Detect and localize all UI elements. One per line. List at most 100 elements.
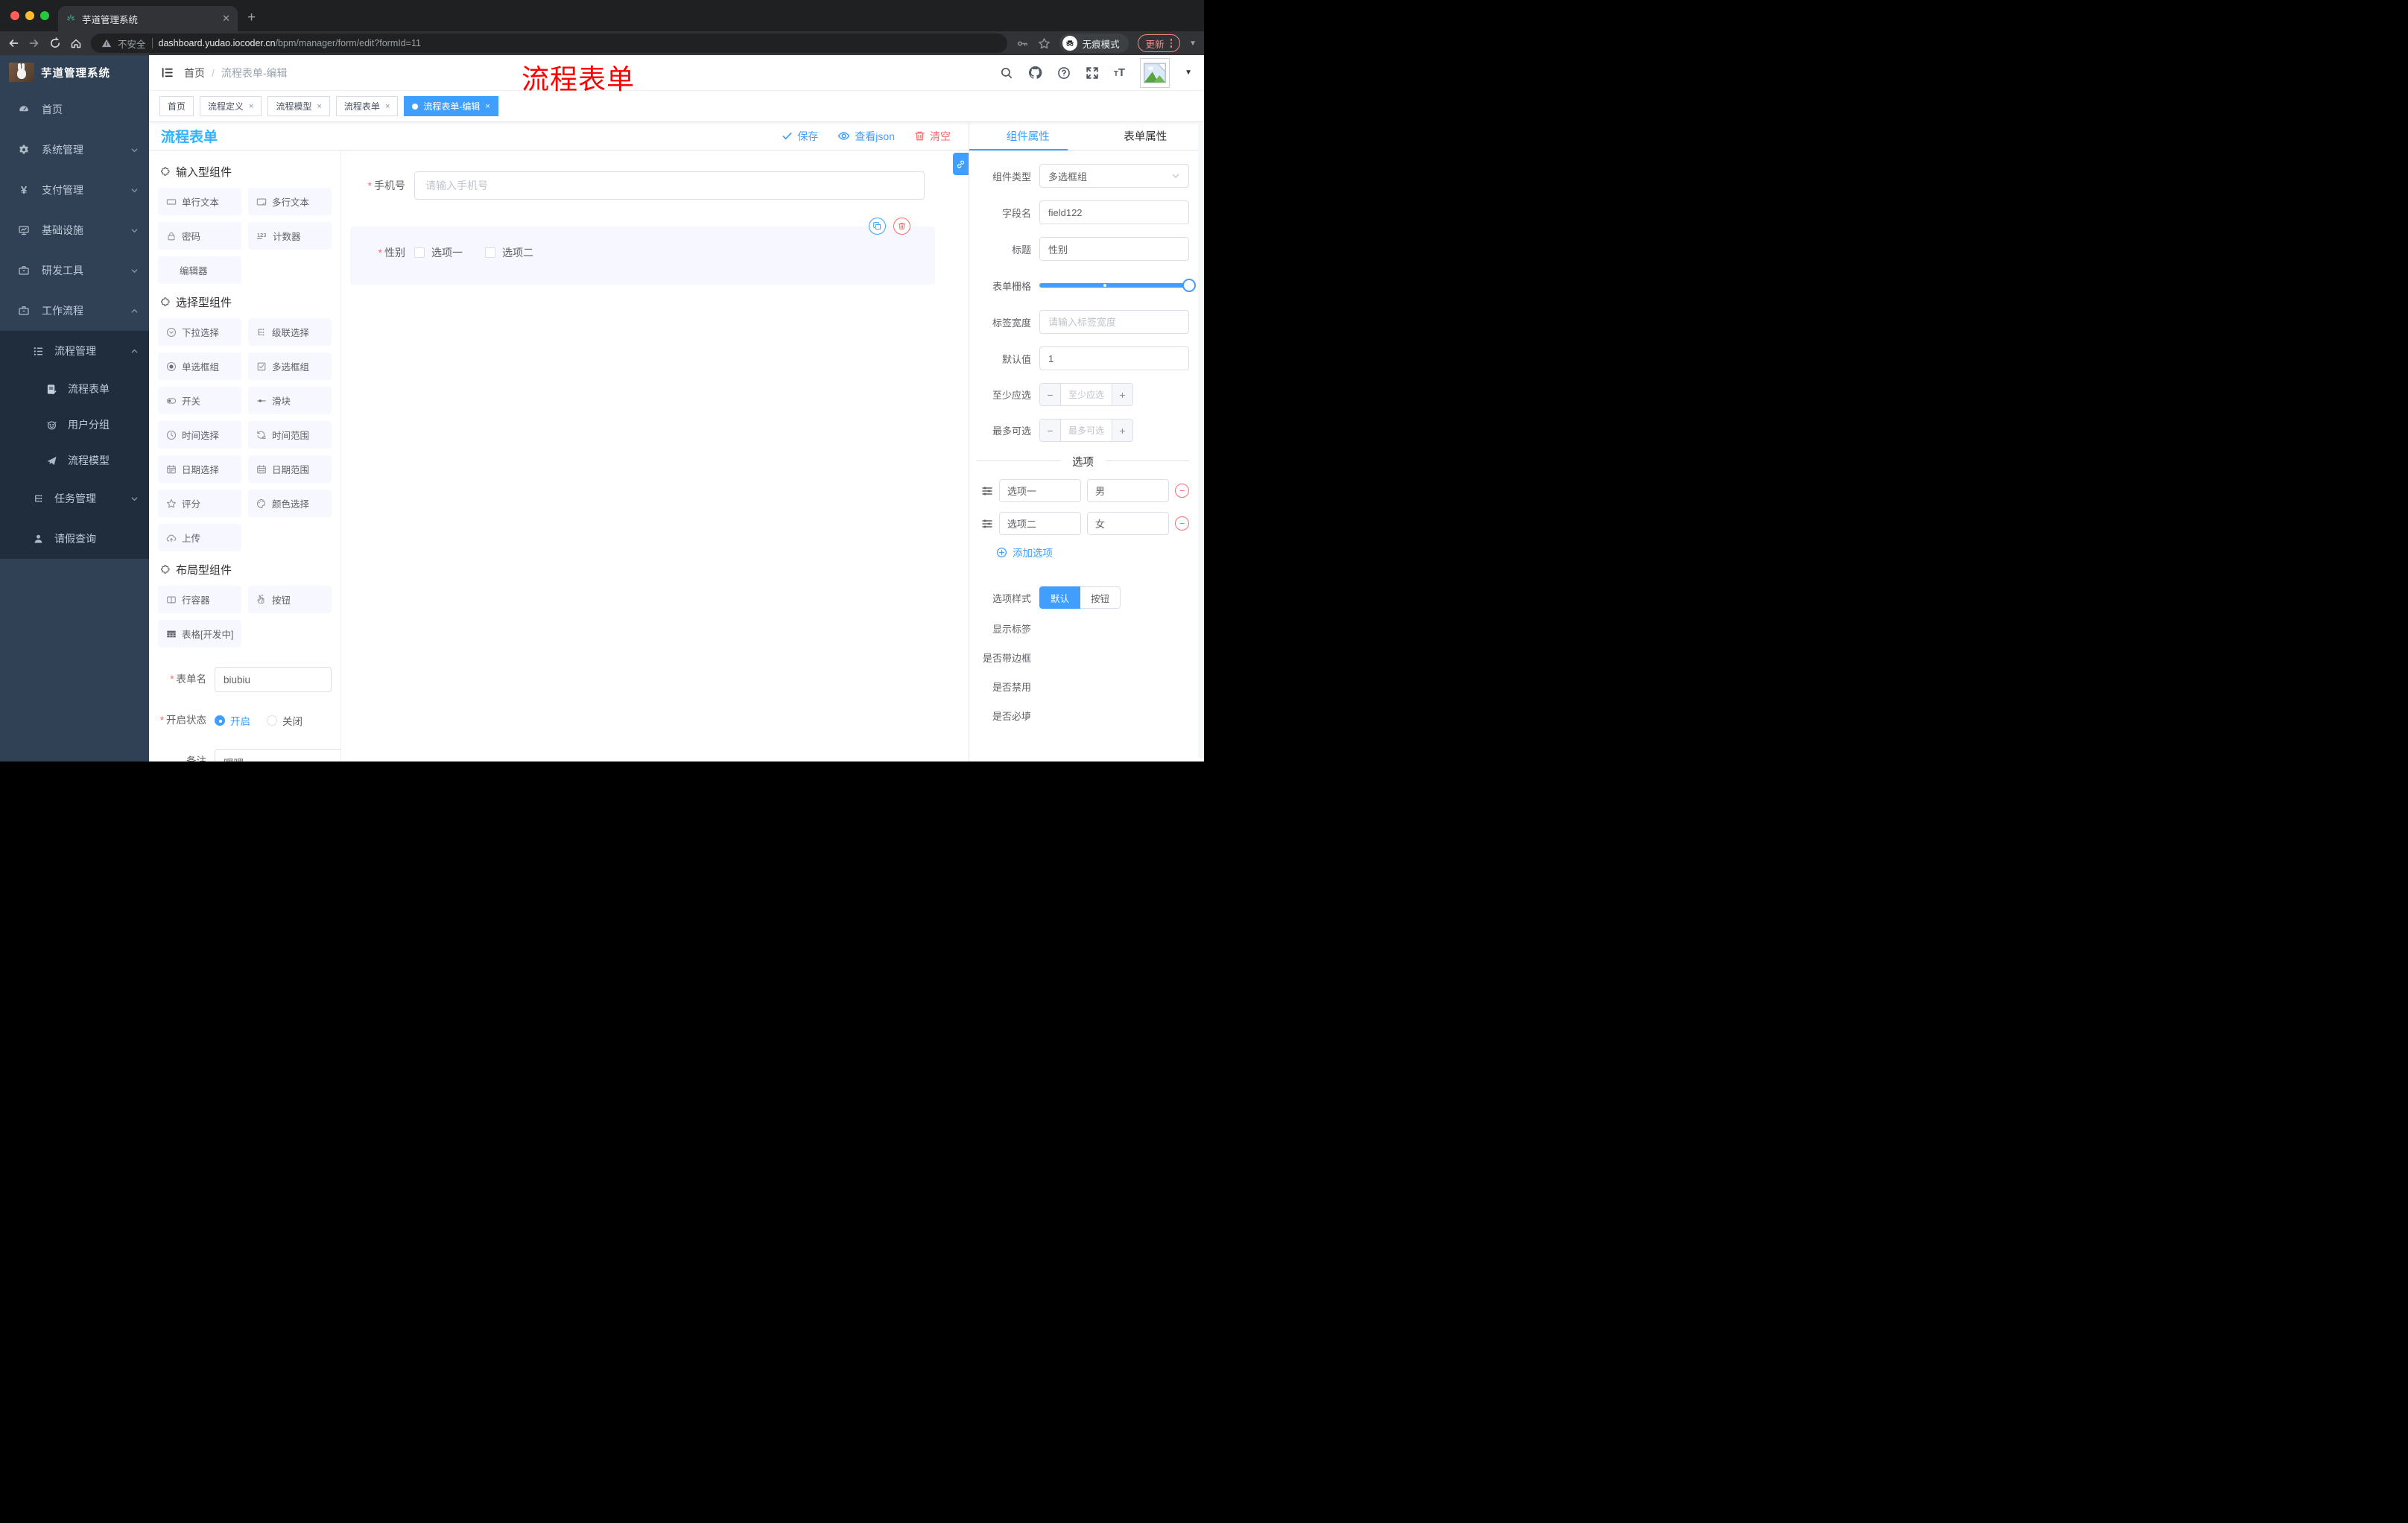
new-tab-button[interactable]: + <box>247 9 256 27</box>
sidebar-item-home[interactable]: 首页 <box>0 89 149 130</box>
palette-item-counter[interactable]: 123 计数器 <box>248 222 332 250</box>
panel-scrollbar[interactable] <box>1198 124 1203 759</box>
sidebar-item-task-mgmt[interactable]: 任务管理 <box>0 478 149 519</box>
sidebar-item-process-form[interactable]: 流程表单 <box>0 371 149 407</box>
component-type-select[interactable]: 多选框组 <box>1039 164 1189 188</box>
checkbox-icon[interactable] <box>414 247 425 258</box>
status-radio-on[interactable]: 开启 <box>215 713 250 728</box>
sidebar-item-leave-query[interactable]: 请假查询 <box>0 519 149 559</box>
github-icon[interactable] <box>1028 66 1042 80</box>
decrease-button[interactable]: − <box>1040 419 1061 441</box>
avatar[interactable] <box>1140 57 1170 88</box>
palette-item-table[interactable]: 表格[开发中] <box>158 620 241 647</box>
view-json-button[interactable]: 查看json <box>837 129 895 144</box>
add-option-button[interactable]: 添加选项 <box>996 545 1189 560</box>
maximize-window-button[interactable] <box>40 11 49 20</box>
palette-item-password[interactable]: 密码 <box>158 222 241 250</box>
drag-handle-icon[interactable] <box>981 518 993 530</box>
checkbox-icon[interactable] <box>485 247 495 258</box>
palette-item-multi-text[interactable]: 多行文本 <box>248 188 332 215</box>
window-caret-icon[interactable]: ▼ <box>1189 39 1197 48</box>
sidebar-item-user-group[interactable]: 用户分组 <box>0 407 149 443</box>
address-bar[interactable]: 不安全 dashboard.yudao.iocoder.cn/bpm/manag… <box>91 34 1007 53</box>
remark-textarea[interactable]: 嘿嘿 <box>215 749 340 762</box>
form-grid-slider[interactable] <box>1039 273 1196 297</box>
sidebar-item-process-model[interactable]: 流程模型 <box>0 443 149 478</box>
palette-item-radio-group[interactable]: 单选框组 <box>158 352 241 380</box>
back-icon[interactable] <box>7 37 19 49</box>
sidebar-item-system[interactable]: 系统管理 <box>0 130 149 170</box>
fullscreen-icon[interactable] <box>1086 66 1099 80</box>
field-name-input[interactable] <box>1039 200 1189 224</box>
style-default-button[interactable]: 默认 <box>1039 586 1081 609</box>
tag-home[interactable]: 首页 <box>159 96 194 116</box>
palette-item-slider[interactable]: 滑块 <box>248 387 332 414</box>
canvas-field-phone[interactable]: 手机号 <box>350 171 935 200</box>
slider-handle[interactable] <box>1182 279 1196 292</box>
style-button-button[interactable]: 按钮 <box>1080 586 1121 609</box>
clear-button[interactable]: 清空 <box>914 129 951 144</box>
max-select-input[interactable] <box>1061 419 1112 441</box>
drag-handle-icon[interactable] <box>981 485 993 497</box>
sidebar-collapse-icon[interactable] <box>161 66 174 79</box>
palette-item-date-picker[interactable]: 日期选择 <box>158 455 241 483</box>
palette-item-select[interactable]: 下拉选择 <box>158 318 241 346</box>
sidebar-item-payment[interactable]: ¥ 支付管理 <box>0 170 149 210</box>
palette-item-time-range[interactable]: 时间范围 <box>248 421 332 449</box>
tab-form-props[interactable]: 表单属性 <box>1087 122 1205 150</box>
tag-process-model[interactable]: 流程模型 × <box>267 96 330 116</box>
remove-option-button[interactable]: − <box>1175 516 1189 531</box>
phone-input[interactable] <box>414 171 925 200</box>
browser-tab[interactable]: 芋道管理系统 ✕ <box>58 6 238 31</box>
update-button[interactable]: 更新 <box>1137 34 1181 52</box>
option1-value-input[interactable] <box>1087 479 1169 502</box>
increase-button[interactable]: + <box>1112 384 1132 405</box>
tab-close-icon[interactable]: ✕ <box>222 13 230 25</box>
tag-process-definition[interactable]: 流程定义 × <box>200 96 262 116</box>
forward-icon[interactable] <box>28 37 40 49</box>
option1-name-input[interactable] <box>999 479 1081 502</box>
field-link-badge[interactable] <box>953 153 969 175</box>
bookmark-star-icon[interactable] <box>1038 37 1051 50</box>
option2-name-input[interactable] <box>999 512 1081 535</box>
reload-icon[interactable] <box>49 37 61 49</box>
delete-component-button[interactable] <box>893 218 910 235</box>
avatar-caret-icon[interactable]: ▼ <box>1185 69 1192 77</box>
palette-item-date-range[interactable]: 日期范围 <box>248 455 332 483</box>
palette-item-editor[interactable]: 编辑器 <box>158 256 241 284</box>
gender-checkbox-option2[interactable]: 选项二 <box>485 245 533 260</box>
palette-item-rate[interactable]: 评分 <box>158 490 241 517</box>
min-select-input[interactable] <box>1061 384 1112 405</box>
minimize-window-button[interactable] <box>25 11 34 20</box>
increase-button[interactable]: + <box>1112 419 1132 441</box>
security-label[interactable]: 不安全 <box>118 37 146 51</box>
palette-item-checkbox-group[interactable]: 多选框组 <box>248 352 332 380</box>
sidebar-item-devtools[interactable]: 研发工具 <box>0 250 149 291</box>
tag-close-icon[interactable]: × <box>317 102 321 111</box>
close-window-button[interactable] <box>10 11 19 20</box>
title-input[interactable] <box>1039 237 1189 261</box>
help-icon[interactable] <box>1057 66 1071 80</box>
status-radio-off[interactable]: 关闭 <box>267 713 302 728</box>
label-width-input[interactable] <box>1039 310 1189 334</box>
sidebar-item-infra[interactable]: 基础设施 <box>0 210 149 250</box>
copy-component-button[interactable] <box>869 218 886 235</box>
palette-item-switch[interactable]: 开关 <box>158 387 241 414</box>
gender-checkbox-option1[interactable]: 选项一 <box>414 245 463 260</box>
font-size-icon[interactable]: TT <box>1114 66 1125 79</box>
breadcrumb-home[interactable]: 首页 <box>184 66 205 80</box>
tag-close-icon[interactable]: × <box>385 102 390 111</box>
form-name-input[interactable] <box>215 667 332 692</box>
palette-item-upload[interactable]: 上传 <box>158 524 241 551</box>
tag-process-form-edit[interactable]: 流程表单-编辑 × <box>404 96 498 116</box>
sidebar-item-workflow[interactable]: 工作流程 <box>0 291 149 331</box>
tag-process-form[interactable]: 流程表单 × <box>335 96 399 116</box>
tab-component-props[interactable]: 组件属性 <box>969 122 1087 151</box>
browser-menu-icon[interactable] <box>1170 39 1173 48</box>
save-button[interactable]: 保存 <box>782 129 818 144</box>
password-key-icon[interactable] <box>1016 37 1029 50</box>
palette-item-row-container[interactable]: 行容器 <box>158 586 241 613</box>
palette-item-time-picker[interactable]: 时间选择 <box>158 421 241 449</box>
canvas-field-gender-selected[interactable]: 性别 选项一 选项二 <box>350 218 935 285</box>
sidebar-item-process-mgmt[interactable]: 流程管理 <box>0 331 149 371</box>
